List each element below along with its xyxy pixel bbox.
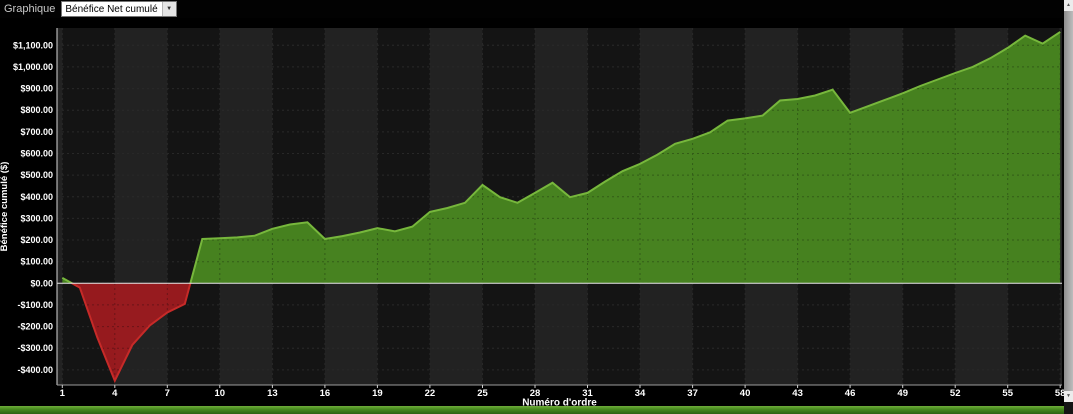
svg-text:1: 1: [60, 388, 66, 399]
svg-text:19: 19: [372, 388, 383, 399]
svg-text:$700.00: $700.00: [20, 127, 53, 137]
svg-text:34: 34: [635, 388, 646, 399]
svg-text:$200.00: $200.00: [20, 235, 53, 245]
svg-text:-$400.00: -$400.00: [17, 365, 53, 375]
next-panel-edge: [0, 406, 1064, 414]
y-axis-labels: $1,100.00 $1,000.00 $900.00 $800.00 $700.00 $…: [13, 40, 53, 375]
svg-text:58: 58: [1055, 388, 1064, 399]
svg-text:$900.00: $900.00: [20, 84, 53, 94]
svg-text:49: 49: [897, 388, 908, 399]
svg-text:$400.00: $400.00: [20, 192, 53, 202]
chart-type-value: Bénéfice Net cumulé: [65, 4, 158, 15]
chart-type-dropdown[interactable]: Bénéfice Net cumulé ▼: [61, 1, 177, 17]
x-axis-title: Numéro d'ordre: [522, 398, 597, 407]
svg-text:-$100.00: -$100.00: [17, 300, 53, 310]
svg-text:52: 52: [950, 388, 961, 399]
svg-text:25: 25: [477, 388, 488, 399]
svg-text:13: 13: [267, 388, 278, 399]
svg-text:55: 55: [1002, 388, 1013, 399]
svg-text:$1,100.00: $1,100.00: [13, 40, 53, 50]
svg-text:$0.00: $0.00: [30, 278, 53, 288]
svg-text:7: 7: [165, 388, 170, 399]
scroll-down-icon: ▼: [1066, 393, 1071, 399]
scrollbar-track[interactable]: [1064, 11, 1073, 391]
chart-type-label: Graphique: [4, 3, 56, 15]
chart-toolbar: Graphique Bénéfice Net cumulé ▼: [0, 0, 1064, 18]
svg-text:22: 22: [425, 388, 436, 399]
svg-text:$1,000.00: $1,000.00: [13, 62, 53, 72]
svg-text:$800.00: $800.00: [20, 105, 53, 115]
chart-area: 1 4 7 10 13 16 19 22 25 28 31 34 37 40 43 46 49 52 55 58 $1,…: [0, 18, 1064, 406]
equity-curve-chart: 1 4 7 10 13 16 19 22 25 28 31 34 37 40 43 46 49 52 55 58$1,…: [0, 28, 1064, 407]
scroll-down-button[interactable]: ▼: [1064, 391, 1073, 402]
svg-text:4: 4: [112, 388, 118, 399]
svg-text:$600.00: $600.00: [20, 149, 53, 159]
svg-text:37: 37: [687, 388, 698, 399]
svg-text:43: 43: [792, 388, 803, 399]
chevron-down-icon: ▼: [161, 2, 176, 16]
svg-text:-$300.00: -$300.00: [17, 343, 53, 353]
svg-text:$500.00: $500.00: [20, 170, 53, 180]
scrollbar-corner: [1064, 402, 1073, 414]
vertical-scrollbar[interactable]: ▲ ▼: [1064, 0, 1073, 402]
scroll-up-icon: ▲: [1066, 2, 1071, 8]
svg-text:$300.00: $300.00: [20, 213, 53, 223]
svg-text:$100.00: $100.00: [20, 257, 53, 267]
svg-text:16: 16: [320, 388, 331, 399]
scroll-up-button[interactable]: ▲: [1064, 0, 1073, 11]
svg-text:46: 46: [845, 388, 856, 399]
svg-text:-$200.00: -$200.00: [17, 322, 53, 332]
y-axis-title: Bénéfice cumulé ($): [0, 162, 10, 252]
svg-text:40: 40: [740, 388, 751, 399]
svg-text:10: 10: [215, 388, 226, 399]
